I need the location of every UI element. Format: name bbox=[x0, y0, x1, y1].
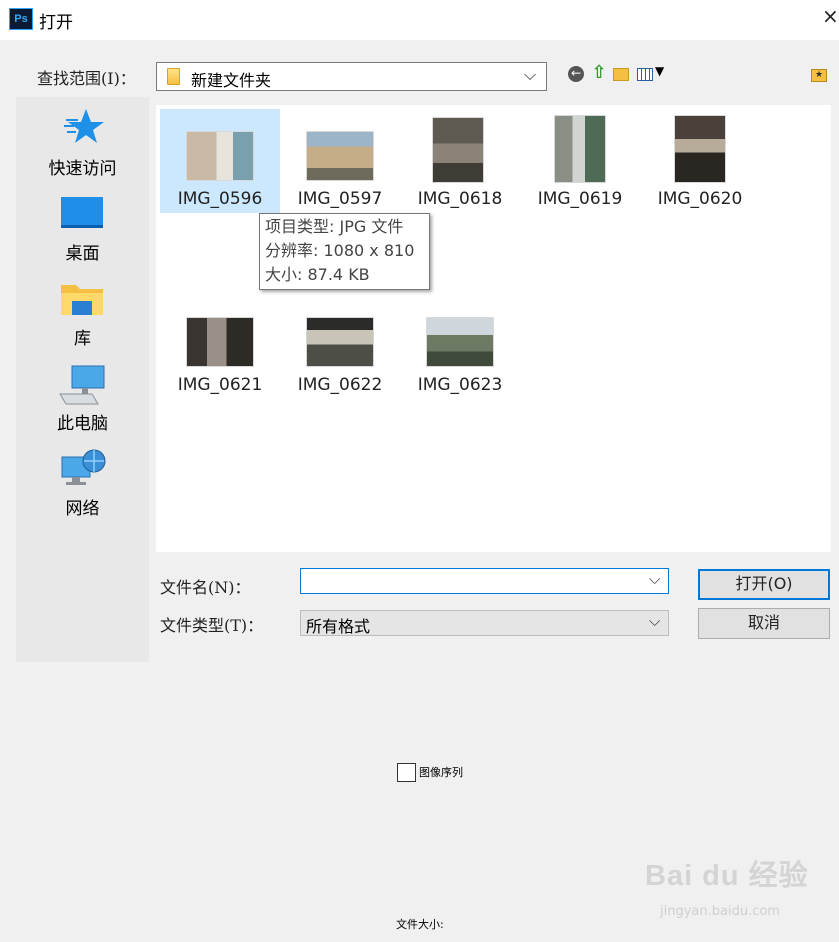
watermark-logo: Bai du 经验 bbox=[645, 860, 809, 892]
file-name: IMG_0618 bbox=[417, 189, 503, 209]
window-title: 打开 bbox=[39, 13, 73, 33]
file-name: IMG_0620 bbox=[657, 189, 743, 209]
place-label: 网络 bbox=[65, 499, 100, 519]
photoshop-icon: Ps bbox=[9, 8, 33, 30]
image-thumbnail bbox=[186, 131, 254, 181]
chevron-down-icon[interactable]: ⌵ bbox=[649, 612, 660, 630]
tooltip-resolution: 分辨率: 1080 x 810 bbox=[265, 241, 415, 260]
quick-access-star-icon bbox=[64, 109, 104, 143]
file-item[interactable]: IMG_0596 bbox=[160, 109, 280, 213]
file-name: IMG_0597 bbox=[297, 189, 383, 209]
image-thumbnail bbox=[426, 317, 494, 367]
image-thumbnail bbox=[306, 317, 374, 367]
place-quick-access[interactable]: 快速访问 bbox=[16, 107, 149, 192]
place-desktop[interactable]: 桌面 bbox=[16, 192, 149, 277]
desktop-icon bbox=[61, 197, 103, 228]
chevron-down-icon[interactable]: ⌵ bbox=[524, 65, 536, 85]
view-menu-icon[interactable] bbox=[637, 68, 653, 81]
image-thumbnail bbox=[432, 117, 484, 183]
up-folder-icon[interactable]: ⇧ bbox=[591, 64, 607, 82]
file-name: IMG_0596 bbox=[177, 189, 263, 209]
filesize-label: 文件大小: bbox=[396, 918, 444, 931]
network-icon bbox=[61, 449, 106, 485]
places-bar: 快速访问 桌面 库 此电脑 网络 bbox=[16, 97, 149, 662]
tooltip-size: 大小: 87.4 KB bbox=[265, 265, 370, 284]
folder-icon bbox=[167, 68, 180, 85]
place-label: 此电脑 bbox=[57, 414, 108, 434]
file-name: IMG_0623 bbox=[417, 375, 503, 395]
filetype-label: 文件类型(T)： bbox=[160, 616, 264, 635]
image-thumbnail bbox=[186, 317, 254, 367]
tooltip-type: 项目类型: JPG 文件 bbox=[265, 217, 404, 236]
computer-icon bbox=[59, 365, 105, 405]
file-item[interactable]: IMG_0622 bbox=[280, 295, 400, 399]
filetype-select[interactable]: 所有格式 ⌵ bbox=[300, 610, 669, 636]
image-thumbnail bbox=[554, 115, 606, 183]
lookin-value: 新建文件夹 bbox=[191, 71, 272, 90]
file-item[interactable]: IMG_0619 bbox=[520, 109, 640, 213]
image-sequence-label: 图像序列 bbox=[419, 766, 463, 779]
file-item[interactable]: IMG_0618 bbox=[400, 109, 520, 213]
place-label: 库 bbox=[74, 329, 91, 349]
image-sequence-checkbox[interactable] bbox=[397, 763, 416, 782]
place-label: 快速访问 bbox=[48, 159, 117, 179]
open-button[interactable]: 打开(O) bbox=[698, 569, 830, 600]
file-item[interactable]: IMG_0623 bbox=[400, 295, 520, 399]
lookin-dropdown[interactable]: 新建文件夹 ⌵ bbox=[156, 62, 547, 91]
file-name: IMG_0622 bbox=[297, 375, 383, 395]
file-name: IMG_0619 bbox=[537, 189, 623, 209]
back-icon[interactable]: ← bbox=[568, 66, 584, 82]
place-network[interactable]: 网络 bbox=[16, 447, 149, 532]
file-info-tooltip: 项目类型: JPG 文件 分辨率: 1080 x 810 大小: 87.4 KB bbox=[259, 213, 430, 290]
favorite-folder-icon[interactable]: ★ bbox=[811, 69, 827, 82]
view-menu-arrow-icon[interactable]: ▼ bbox=[655, 64, 664, 78]
file-item[interactable]: IMG_0620 bbox=[640, 109, 760, 213]
title-bar: Ps 打开 × bbox=[0, 0, 839, 40]
file-list[interactable]: IMG_0596 IMG_0597 IMG_0618 IMG_0619 IMG_… bbox=[156, 105, 831, 552]
place-library[interactable]: 库 bbox=[16, 277, 149, 362]
image-thumbnail bbox=[306, 131, 374, 181]
chevron-down-icon[interactable]: ⌵ bbox=[649, 570, 660, 588]
cancel-button[interactable]: 取消 bbox=[698, 608, 830, 639]
filename-input[interactable]: ⌵ bbox=[300, 568, 669, 594]
filename-label: 文件名(N)： bbox=[160, 578, 251, 597]
filetype-value: 所有格式 bbox=[306, 617, 371, 636]
file-item[interactable]: IMG_0621 bbox=[160, 295, 280, 399]
new-folder-icon[interactable] bbox=[613, 68, 629, 81]
close-icon[interactable]: × bbox=[822, 4, 839, 28]
watermark-url: jingyan.baidu.com bbox=[660, 904, 780, 919]
place-this-pc[interactable]: 此电脑 bbox=[16, 362, 149, 447]
file-item[interactable]: IMG_0597 bbox=[280, 109, 400, 213]
place-label: 桌面 bbox=[65, 244, 100, 264]
image-thumbnail bbox=[674, 115, 726, 183]
lookin-label: 查找范围(I)： bbox=[37, 69, 136, 88]
library-folder-icon bbox=[61, 285, 103, 315]
file-name: IMG_0621 bbox=[177, 375, 263, 395]
